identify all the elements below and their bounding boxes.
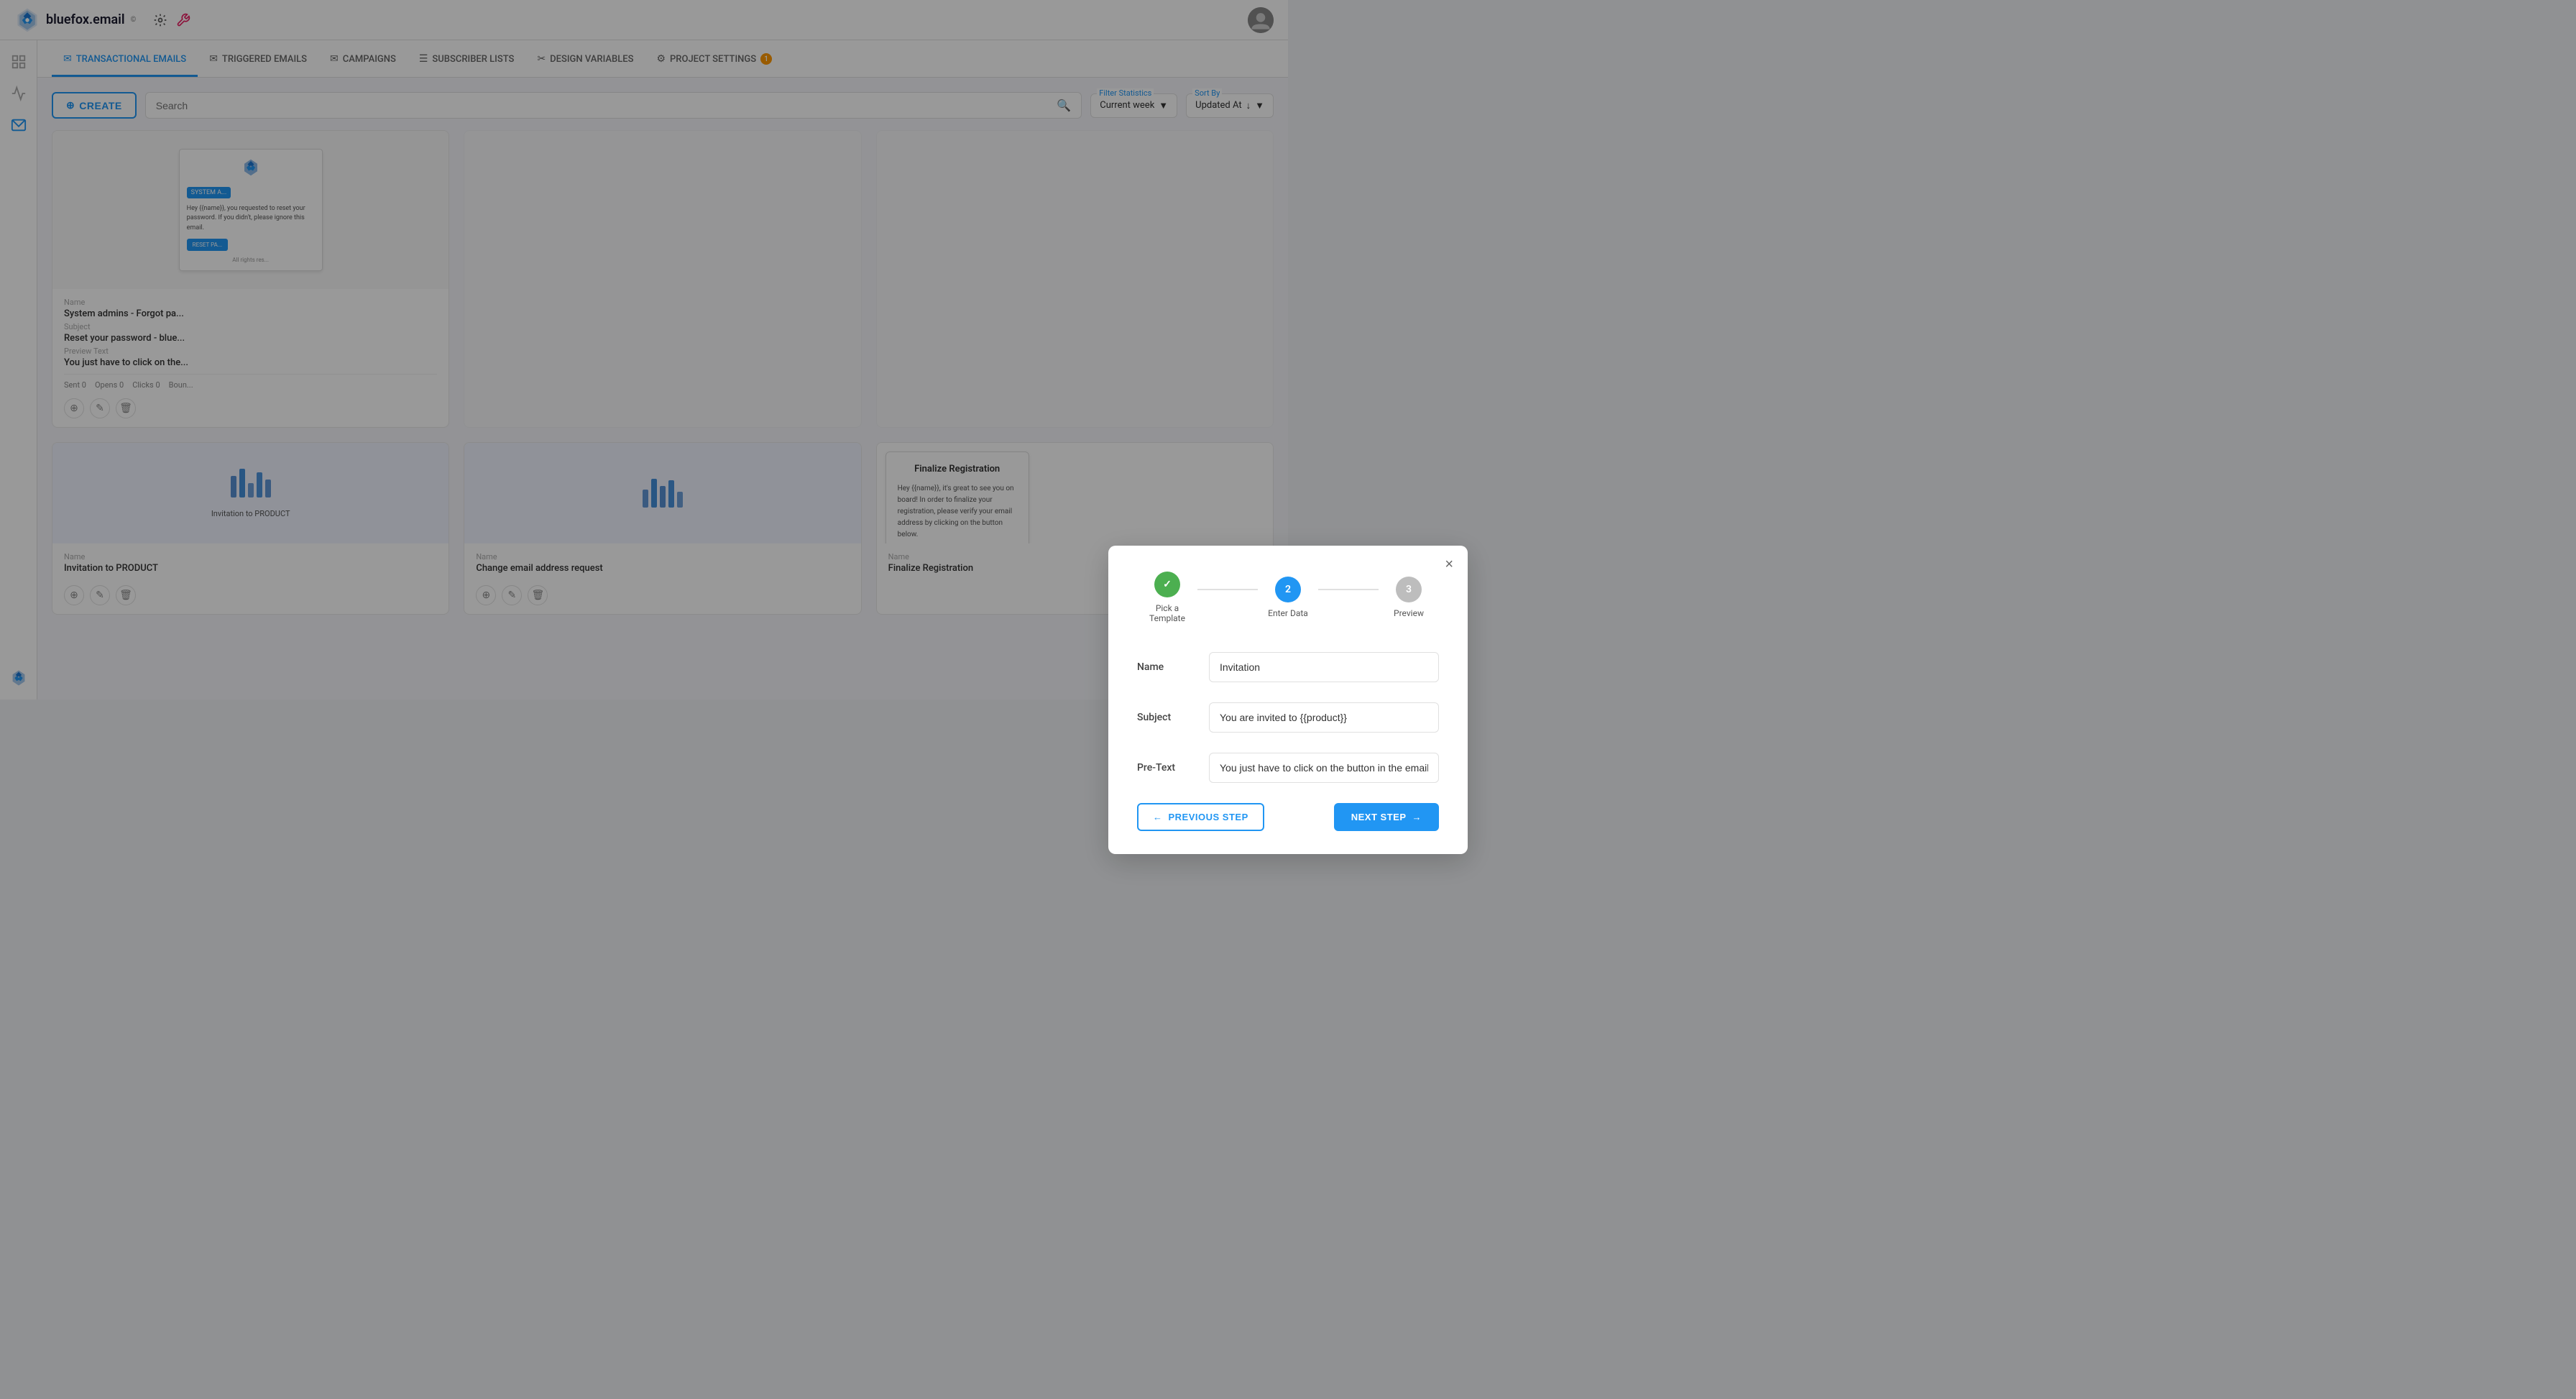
step-1-label: Pick a Template (1137, 603, 1197, 623)
prev-step-button[interactable]: ← PREVIOUS STEP (1137, 803, 1264, 831)
step-3-circle: 3 (1396, 577, 1422, 602)
next-step-button[interactable]: NEXT STEP → (1334, 803, 1439, 831)
modal: × ✓ Pick a Template 2 Enter Data 3 Previ… (1108, 546, 1468, 854)
subject-label: Subject (1137, 712, 1195, 723)
step-line-1 (1197, 589, 1258, 590)
next-arrow-icon: → (1412, 812, 1422, 822)
prev-label: PREVIOUS STEP (1169, 812, 1248, 822)
step-1-circle: ✓ (1154, 572, 1180, 597)
step-line-2 (1318, 589, 1379, 590)
form-subject-row: Subject (1137, 702, 1439, 733)
modal-overlay: × ✓ Pick a Template 2 Enter Data 3 Previ… (0, 0, 2576, 1399)
step-1: ✓ Pick a Template (1137, 572, 1197, 623)
name-label: Name (1137, 661, 1195, 673)
step-3: 3 Preview (1379, 577, 1439, 618)
subject-input[interactable] (1209, 702, 1439, 733)
name-input[interactable] (1209, 652, 1439, 682)
form-pretext-row: Pre-Text (1137, 753, 1439, 783)
step-3-label: Preview (1394, 608, 1424, 618)
next-label: NEXT STEP (1351, 812, 1407, 822)
modal-footer: ← PREVIOUS STEP NEXT STEP → (1137, 803, 1439, 831)
step-2: 2 Enter Data (1258, 577, 1318, 618)
step-2-circle: 2 (1275, 577, 1301, 602)
step-2-label: Enter Data (1268, 608, 1308, 618)
modal-close-button[interactable]: × (1445, 557, 1453, 572)
form-name-row: Name (1137, 652, 1439, 682)
prev-arrow-icon: ← (1153, 812, 1163, 822)
pretext-label: Pre-Text (1137, 762, 1195, 774)
pretext-input[interactable] (1209, 753, 1439, 783)
stepper: ✓ Pick a Template 2 Enter Data 3 Preview (1137, 572, 1439, 623)
